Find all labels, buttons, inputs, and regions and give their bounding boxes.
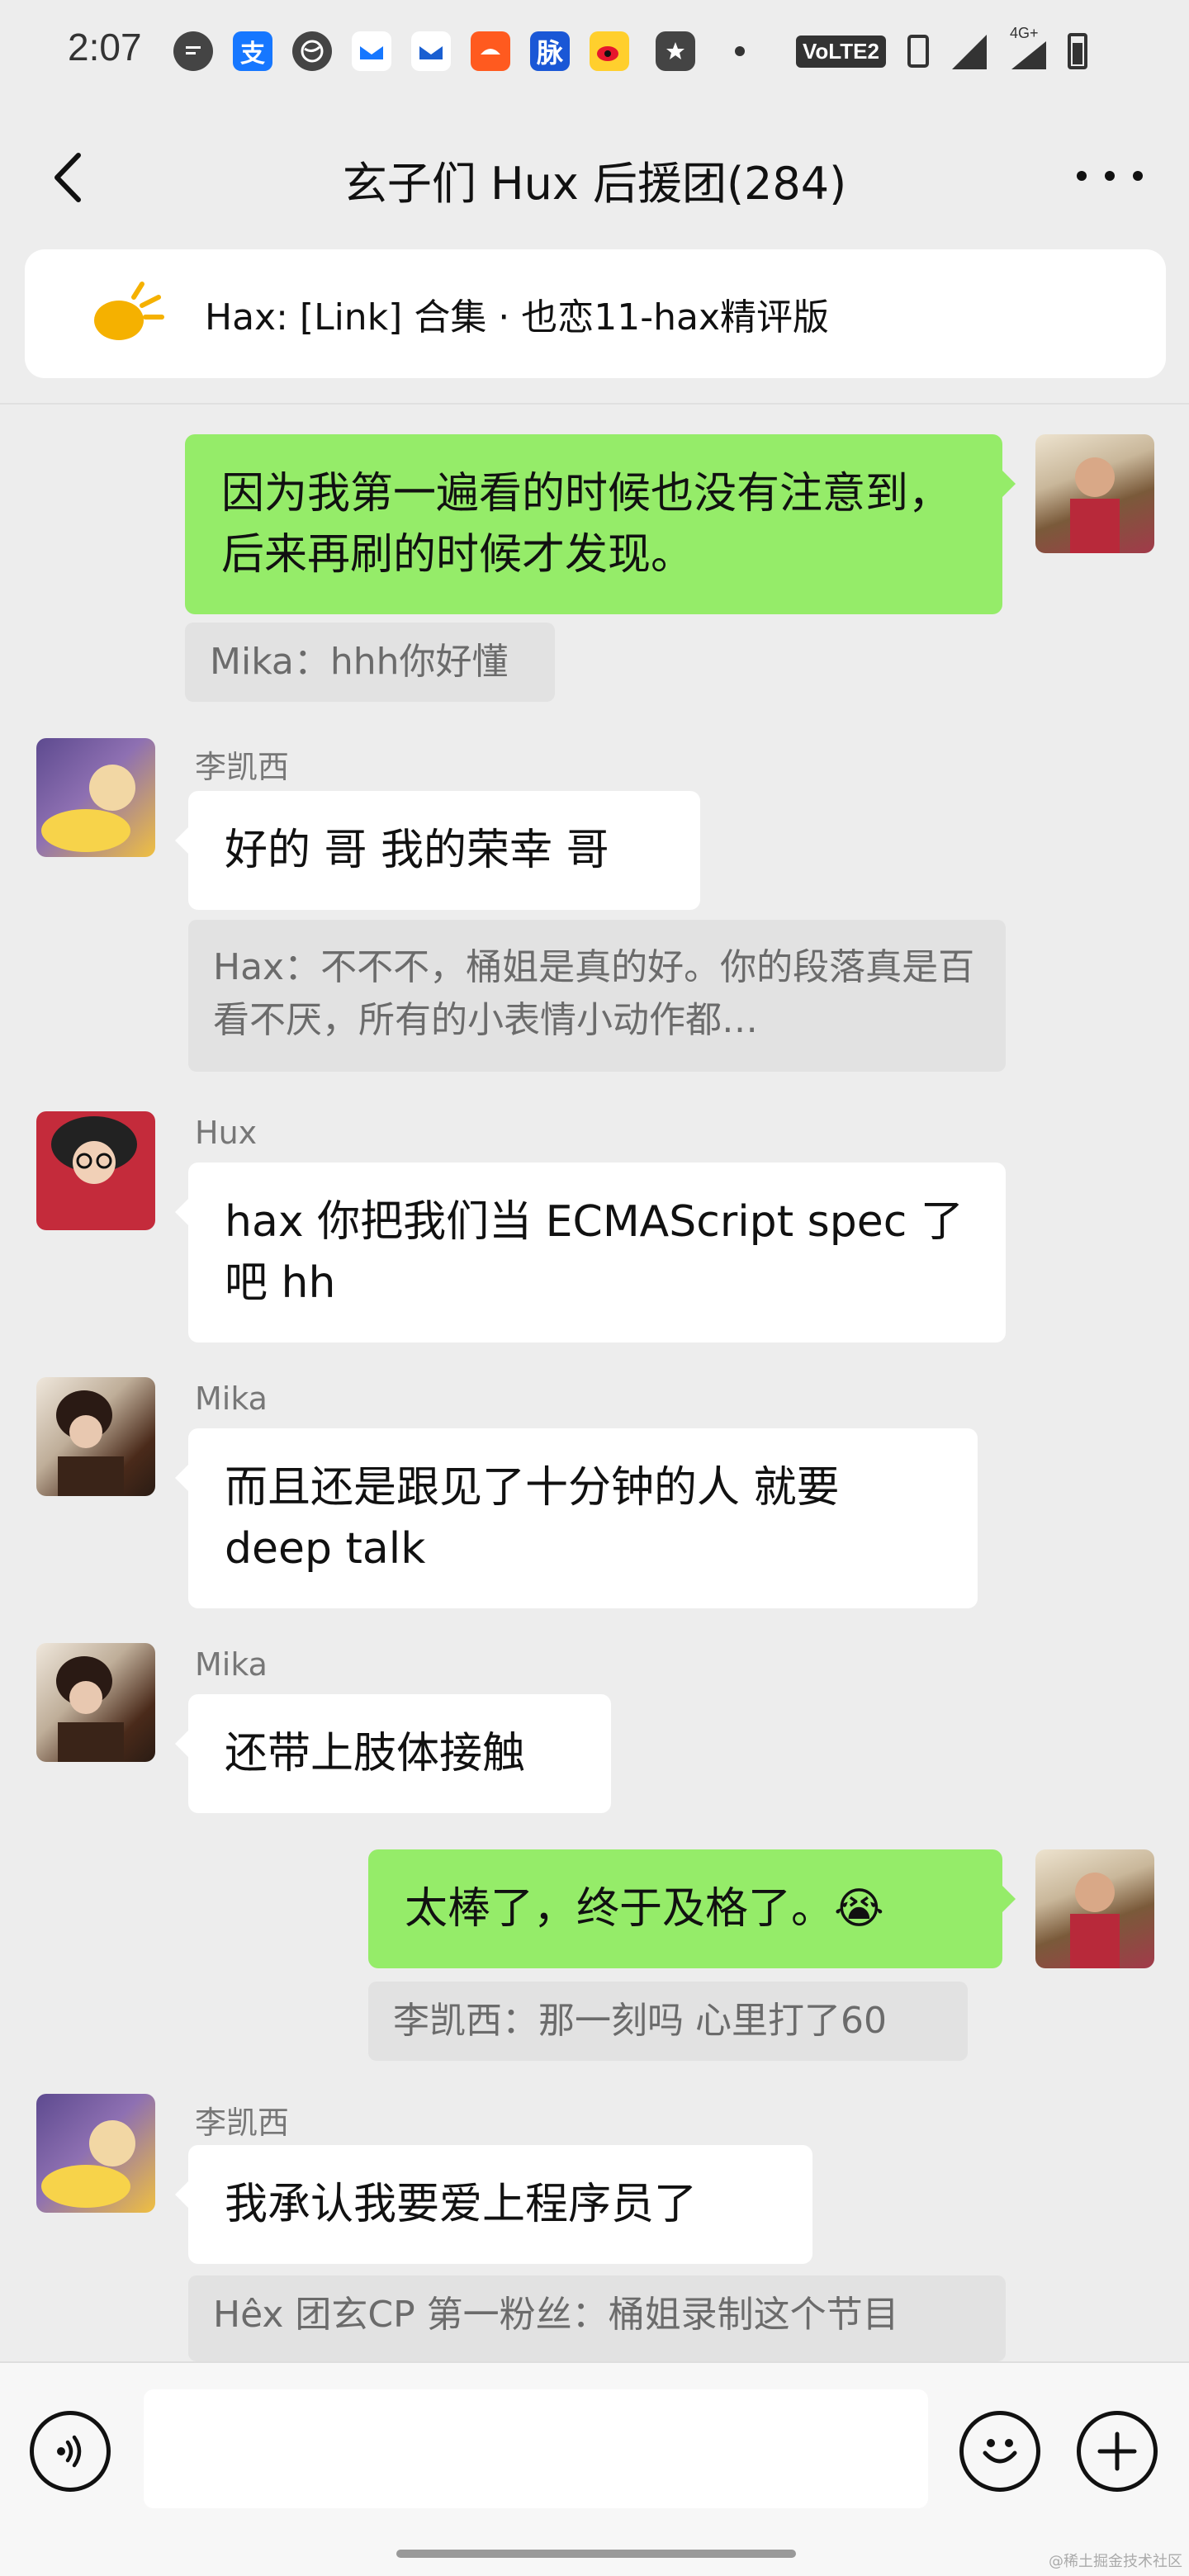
signal-icon xyxy=(951,35,987,69)
message-bubble[interactable]: 好的 哥 我的荣幸 哥 xyxy=(175,791,700,910)
more-functions-button[interactable] xyxy=(1077,2411,1158,2492)
dot-icon xyxy=(720,31,760,71)
status-right: VoLTE2 4G+ xyxy=(796,25,1087,71)
battery-icon xyxy=(1067,33,1087,69)
message-bubble[interactable]: 而且还是跟见了十分钟的人 就要 deep talk xyxy=(175,1428,978,1608)
shop-icon xyxy=(471,31,510,71)
pinned-text: Hax: [Link] 合集 · 也恋11-hax精评版 xyxy=(205,296,830,339)
watermark: @稀土掘金技术社区 xyxy=(1049,2553,1182,2570)
user-avatar[interactable] xyxy=(36,738,155,857)
input-bar xyxy=(0,2361,1189,2576)
chat-header: 玄子们 Hux 后援团(284) xyxy=(0,106,1189,248)
app-icon xyxy=(352,31,391,71)
message-bubble[interactable]: 我承认我要爱上程序员了 xyxy=(175,2145,812,2264)
sender-name: 李凯西 xyxy=(195,749,290,785)
weibo-icon xyxy=(590,31,629,71)
message-input[interactable] xyxy=(144,2389,928,2508)
mai-icon: 脉 xyxy=(530,31,570,71)
vibrate-icon xyxy=(907,35,929,68)
quoted-reply[interactable]: Hax：不不不，桶姐是真的好。你的段落真是百看不厌，所有的小表情小动作都… xyxy=(188,920,1006,1072)
more-options-icon[interactable] xyxy=(1077,155,1143,197)
divider xyxy=(0,403,1189,405)
my-avatar[interactable] xyxy=(1035,1849,1154,1968)
user-avatar[interactable] xyxy=(36,1643,155,1762)
sender-name: Mika xyxy=(195,1380,268,1417)
message-bubble-outgoing[interactable]: 因为我第一遍看的时候也没有注意到，后来再刷的时候才发现。 xyxy=(185,434,1016,614)
voice-icon xyxy=(57,2435,82,2468)
message-icon xyxy=(173,31,213,71)
chat-title: 玄子们 Hux 后援团(284) xyxy=(342,158,847,210)
alipay-icon: 支 xyxy=(233,31,272,71)
user-avatar[interactable] xyxy=(36,2094,155,2213)
sender-name: Hux xyxy=(195,1115,258,1151)
clock: 2:07 xyxy=(68,26,142,69)
signal-4g-icon: 4G+ xyxy=(1002,25,1051,71)
status-bar: 2:07 支 脉 VoLTE2 4G+ xyxy=(0,0,1189,106)
pinned-message[interactable]: Hax: [Link] 合集 · 也恋11-hax精评版 xyxy=(25,249,1166,378)
message-bubble-outgoing[interactable]: 太棒了，终于及格了。😭 xyxy=(368,1849,1016,1968)
sender-name: Mika xyxy=(195,1646,268,1683)
message-bubble[interactable]: 还带上肢体接触 xyxy=(175,1694,611,1813)
plus-icon xyxy=(1097,2432,1137,2471)
sender-name: 李凯西 xyxy=(195,2105,290,2141)
quoted-reply[interactable]: Hêx 团玄CP 第一粉丝：桶姐录制这个节目 xyxy=(188,2275,1006,2361)
voice-input-button[interactable] xyxy=(30,2411,111,2492)
user-avatar[interactable] xyxy=(36,1111,155,1230)
browser-icon xyxy=(292,31,332,71)
volte-badge: VoLTE2 xyxy=(796,35,886,68)
quoted-reply[interactable]: 李凯西：那一刻吗 心里打了60 xyxy=(368,1982,968,2061)
emoji-icon xyxy=(983,2439,1017,2464)
emoji-button[interactable] xyxy=(959,2411,1040,2492)
user-avatar[interactable] xyxy=(36,1377,155,1496)
app-icon xyxy=(656,31,695,71)
my-avatar[interactable] xyxy=(1035,434,1154,553)
quoted-reply[interactable]: Mika：hhh你好懂 xyxy=(185,623,555,702)
message-bubble[interactable]: hax 你把我们当 ECMAScript spec 了吧 hh xyxy=(175,1163,1006,1342)
home-indicator[interactable] xyxy=(396,2550,796,2558)
app-icon xyxy=(411,31,451,71)
announcement-icon xyxy=(94,282,164,340)
